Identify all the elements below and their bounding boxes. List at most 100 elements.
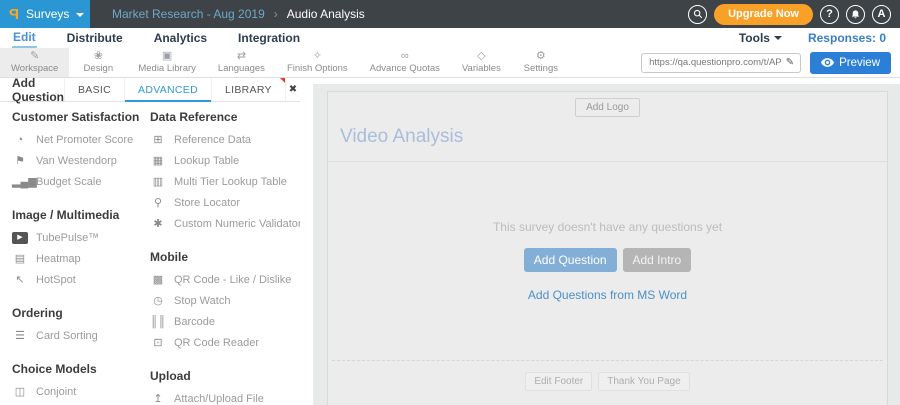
breadcrumb-separator-icon: › bbox=[273, 7, 278, 21]
question-type-custom-numeric-validator[interactable]: ✱ Custom Numeric Validator bbox=[150, 213, 300, 234]
question-type-stop-watch[interactable]: ◷ Stop Watch bbox=[150, 290, 300, 311]
question-type-lookup-table[interactable]: ▦ Lookup Table bbox=[150, 150, 300, 171]
toolbar-item-variables[interactable]: ◇ Variables bbox=[451, 48, 512, 77]
add-logo-button[interactable]: Add Logo bbox=[575, 98, 640, 117]
sort-list-icon: ☰ bbox=[15, 329, 25, 342]
media-library-icon: ▣ bbox=[161, 50, 173, 62]
toolbar-items: ✎ Workspace ❀ Design ▣ Media Library ⇄ L… bbox=[0, 48, 570, 77]
question-type-budget-scale[interactable]: ▂▄▆ Budget Scale bbox=[12, 171, 150, 192]
search-button[interactable] bbox=[688, 4, 708, 24]
question-type-heatmap[interactable]: ▤ Heatmap bbox=[12, 248, 150, 269]
panel-tabs: BASIC ADVANCED LIBRARY bbox=[64, 78, 285, 102]
workspace-icon: ✎ bbox=[30, 50, 40, 62]
barcode-icon: ║║ bbox=[150, 315, 166, 328]
notifications-button[interactable] bbox=[846, 4, 865, 24]
panel-body: Customer Satisfaction ◔ Net Promoter Sco… bbox=[0, 102, 300, 405]
question-type-reference-data[interactable]: ⊞ Reference Data bbox=[150, 129, 300, 150]
toolbar-item-advance-quotas[interactable]: ∞ Advance Quotas bbox=[359, 48, 451, 77]
toolbar-item-languages[interactable]: ⇄ Languages bbox=[207, 48, 276, 77]
price-tag-icon: ⚑ bbox=[15, 154, 25, 167]
panel-column: Data Reference ⊞ Reference Data ▦ Lookup… bbox=[150, 104, 300, 405]
empty-survey-message: This survey doesn't have any questions y… bbox=[492, 220, 723, 234]
conjoint-cards-icon: ◫ bbox=[14, 385, 26, 398]
surveys-product-menu[interactable]: P Surveys bbox=[0, 0, 90, 28]
content-row: Add Question BASIC ADVANCED LIBRARY ✖ Cu… bbox=[0, 78, 900, 405]
question-type-tubepulse[interactable]: ▶ TubePulse™ bbox=[12, 227, 150, 248]
question-type-store-locator[interactable]: ⚲ Store Locator bbox=[150, 192, 300, 213]
account-avatar[interactable]: A bbox=[872, 4, 891, 24]
chevron-down-icon bbox=[76, 12, 85, 17]
breadcrumb-current-survey: Audio Analysis bbox=[286, 7, 365, 21]
question-type-multi-tier-lookup-table[interactable]: ▥ Multi Tier Lookup Table bbox=[150, 171, 300, 192]
heatmap-image-icon: ▤ bbox=[14, 252, 26, 265]
thank-you-page-button[interactable]: Thank You Page bbox=[598, 372, 690, 391]
preview-label: Preview bbox=[839, 56, 880, 69]
upgrade-now-button[interactable]: Upgrade Now bbox=[714, 3, 813, 25]
section-title-ordering: Ordering bbox=[12, 306, 63, 320]
nps-gauge-icon: ◔ bbox=[16, 133, 24, 146]
responses-count-link[interactable]: Responses: 0 bbox=[808, 31, 886, 45]
question-type-conjoint[interactable]: ◫ Conjoint bbox=[12, 381, 150, 402]
question-type-barcode[interactable]: ║║ Barcode bbox=[150, 311, 300, 332]
question-type-qr-code-like-dislike[interactable]: ▩ QR Code - Like / Dislike bbox=[150, 269, 300, 290]
panel-section-ordering: Ordering ☰ Card Sorting bbox=[12, 290, 150, 346]
preview-button[interactable]: Preview bbox=[810, 51, 891, 74]
menu-item-integration[interactable]: Integration bbox=[237, 30, 301, 47]
breadcrumb-folder[interactable]: Market Research - Aug 2019 bbox=[112, 7, 265, 21]
product-menu-label: Surveys bbox=[26, 7, 70, 21]
toolbar-item-workspace[interactable]: ✎ Workspace bbox=[0, 48, 70, 77]
menu-item-edit[interactable]: Edit bbox=[12, 29, 37, 48]
section-title-data-reference: Data Reference bbox=[150, 110, 238, 124]
top-bar: P Surveys Market Research - Aug 2019 › A… bbox=[0, 0, 900, 28]
survey-url-box: ✎ bbox=[641, 52, 802, 73]
tab-advanced[interactable]: ADVANCED bbox=[124, 78, 211, 102]
toolbar-item-design[interactable]: ❀ Design bbox=[69, 48, 127, 77]
stopwatch-icon: ◷ bbox=[153, 294, 163, 307]
panel-section-data-reference: Data Reference ⊞ Reference Data ▦ Lookup… bbox=[150, 104, 300, 234]
question-type-card-sorting[interactable]: ☰ Card Sorting bbox=[12, 325, 150, 346]
location-pin-icon: ⚲ bbox=[153, 196, 163, 209]
question-type-attach-upload-file[interactable]: ↥ Attach/Upload File bbox=[150, 388, 300, 405]
survey-toolbar: ✎ Workspace ❀ Design ▣ Media Library ⇄ L… bbox=[0, 48, 900, 78]
survey-url-input[interactable] bbox=[642, 57, 784, 68]
question-type-qr-code-reader[interactable]: ⊡ QR Code Reader bbox=[150, 332, 300, 353]
survey-page-card: Add Logo Video Analysis This survey does… bbox=[327, 91, 888, 405]
add-question-button[interactable]: Add Question bbox=[523, 248, 617, 272]
question-type-net-promoter-score[interactable]: ◔ Net Promoter Score bbox=[12, 129, 150, 150]
panel-section-choice-models: Choice Models ◫ Conjoint ✴ Max-Diff bbox=[12, 346, 150, 405]
breadcrumb: Market Research - Aug 2019 › Audio Analy… bbox=[112, 7, 365, 21]
chevron-down-icon bbox=[773, 36, 782, 40]
video-play-icon: ▶ bbox=[12, 231, 28, 244]
lookup-table-icon: ▦ bbox=[152, 154, 164, 167]
magic-wand-icon: ✧ bbox=[312, 50, 322, 62]
tab-basic[interactable]: BASIC bbox=[64, 78, 124, 101]
qr-reader-icon: ⊡ bbox=[153, 336, 163, 349]
section-title-upload: Upload bbox=[150, 369, 191, 383]
topbar-actions: Upgrade Now ? A bbox=[688, 3, 900, 25]
edit-footer-button[interactable]: Edit Footer bbox=[525, 372, 593, 391]
multi-tier-table-icon: ▥ bbox=[152, 175, 164, 188]
add-questions-from-ms-word-link[interactable]: Add Questions from MS Word bbox=[528, 288, 687, 302]
tab-library-label: LIBRARY bbox=[224, 83, 272, 96]
toolbar-item-finish-options[interactable]: ✧ Finish Options bbox=[276, 48, 359, 77]
gear-icon: ⚙ bbox=[535, 50, 546, 62]
question-type-van-westendorp[interactable]: ⚑ Van Westendorp bbox=[12, 150, 150, 171]
tab-library[interactable]: LIBRARY bbox=[210, 78, 285, 101]
help-button[interactable]: ? bbox=[820, 4, 839, 24]
panel-section-mobile: Mobile ▩ QR Code - Like / Dislike ◷ Stop… bbox=[150, 234, 300, 353]
app-window: P Surveys Market Research - Aug 2019 › A… bbox=[0, 0, 900, 405]
edit-url-icon[interactable]: ✎ bbox=[784, 57, 800, 68]
question-type-hotspot[interactable]: ↖ HotSpot bbox=[12, 269, 150, 290]
tools-label: Tools bbox=[738, 31, 770, 45]
toolbar-item-media-library[interactable]: ▣ Media Library bbox=[127, 48, 207, 77]
add-intro-button[interactable]: Add Intro bbox=[622, 248, 692, 272]
menu-item-analytics[interactable]: Analytics bbox=[153, 30, 208, 47]
tools-menu[interactable]: Tools bbox=[739, 31, 782, 45]
toolbar-item-settings[interactable]: ⚙ Settings bbox=[512, 48, 570, 77]
survey-title[interactable]: Video Analysis bbox=[340, 126, 875, 148]
survey-canvas: Add Logo Video Analysis This survey does… bbox=[300, 78, 900, 405]
bell-icon bbox=[851, 9, 860, 18]
close-panel-button[interactable]: ✖ bbox=[284, 78, 300, 101]
menu-item-distribute[interactable]: Distribute bbox=[66, 30, 124, 47]
budget-bars-icon: ▂▄▆ bbox=[12, 175, 37, 188]
